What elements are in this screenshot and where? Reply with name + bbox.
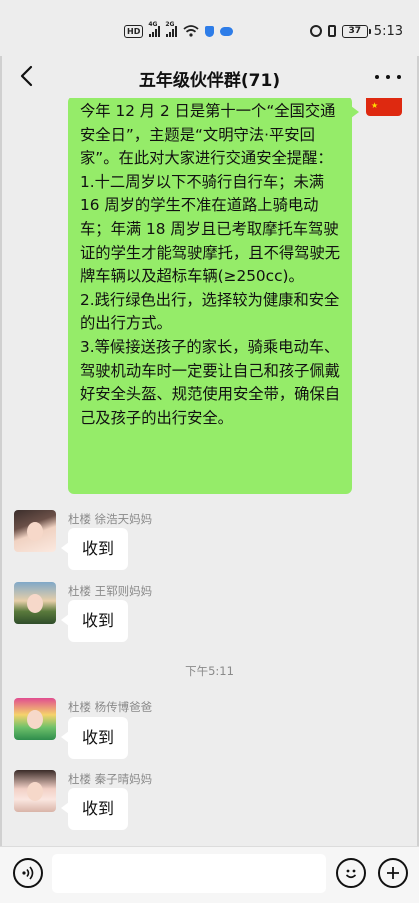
input-bar (0, 846, 419, 903)
avatar[interactable] (14, 510, 56, 552)
more-dots-icon[interactable] (375, 66, 401, 88)
sender-name: 杜楼 杨传博爸爸 (68, 700, 153, 714)
incoming-message[interactable]: 收到 (61, 600, 128, 642)
battery-icon: 37 (341, 24, 371, 38)
cloud-icon (220, 26, 234, 36)
emoji-icon[interactable] (336, 858, 366, 888)
my-avatar-flag[interactable]: ★ (366, 98, 402, 116)
cell-signal-2-icon: 2G (165, 21, 178, 37)
hd-badge: HD (124, 24, 144, 38)
status-bar: HD 4G 2G 37 5:13 (0, 0, 419, 56)
chat-title: 五年级伙伴群(71) (138, 71, 281, 91)
plus-icon[interactable] (378, 858, 408, 888)
sender-name: 杜楼 徐浩天妈妈 (68, 512, 153, 526)
avatar[interactable] (14, 582, 56, 624)
cell-signal-icon: 4G (148, 21, 161, 37)
incoming-message[interactable]: 收到 (61, 788, 128, 830)
message-list[interactable]: 今年 12 月 2 日是第十一个“全国交通安全日”，主题是“文明守法·平安回家”… (0, 98, 419, 846)
avatar[interactable] (14, 698, 56, 740)
status-time: 5:13 (373, 23, 403, 39)
incoming-message[interactable]: 收到 (61, 528, 128, 570)
avatar[interactable] (14, 770, 56, 812)
voice-icon[interactable] (13, 858, 43, 888)
wifi-icon (183, 25, 199, 37)
vibrate-icon (327, 25, 336, 37)
outgoing-message[interactable]: 今年 12 月 2 日是第十一个“全国交通安全日”，主题是“文明守法·平安回家”… (68, 98, 359, 494)
sender-name: 杜楼 秦子晴妈妈 (68, 772, 153, 786)
status-right-icons: 37 5:13 (309, 21, 403, 41)
incoming-message[interactable]: 收到 (61, 717, 128, 759)
status-left-icons: HD 4G 2G (124, 21, 234, 40)
message-timestamp: 下午5:11 (185, 664, 234, 678)
sender-name: 杜楼 王郓则妈妈 (68, 584, 153, 598)
message-input[interactable] (52, 854, 326, 893)
chat-header: 五年级伙伴群(71) (0, 56, 419, 98)
alarm-icon (309, 25, 322, 37)
shield-icon (205, 25, 215, 37)
